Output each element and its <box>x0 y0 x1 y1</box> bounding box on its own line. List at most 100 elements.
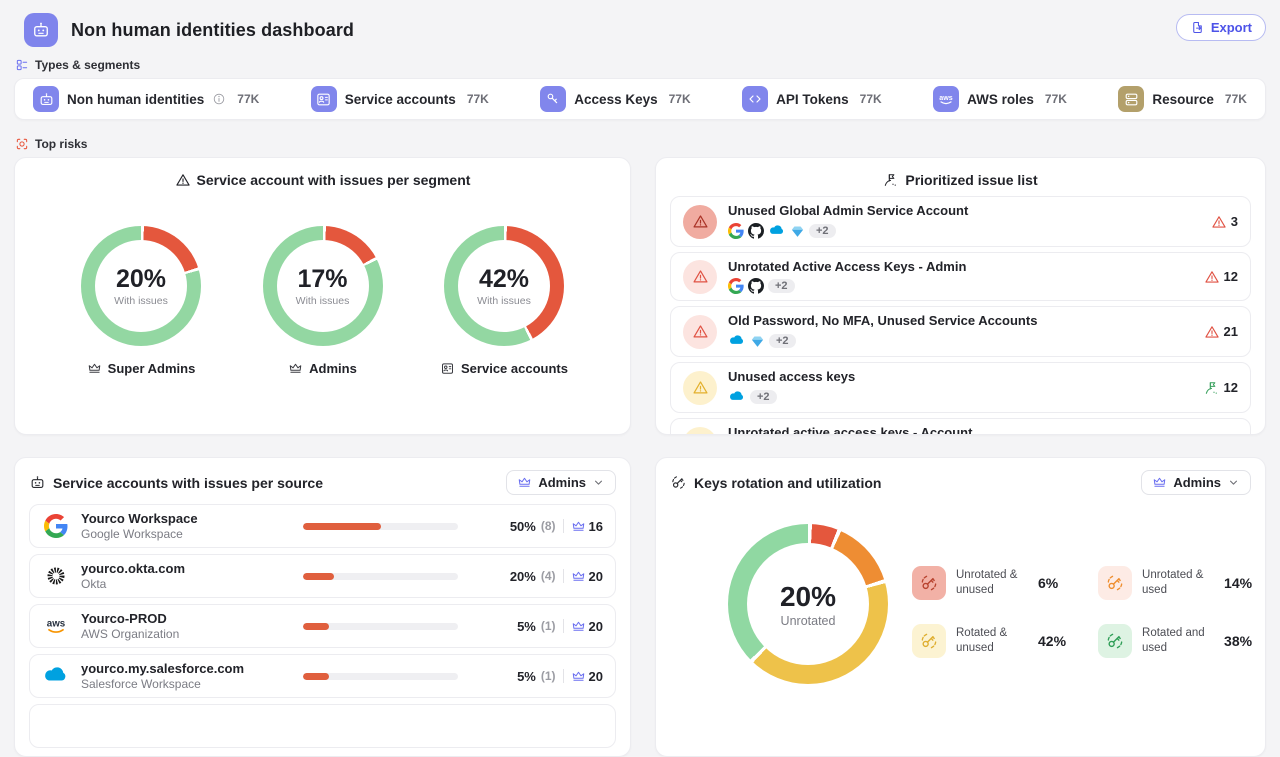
source-name: yourco.okta.com <box>81 561 292 576</box>
warning-icon <box>692 379 709 396</box>
sources-panel-title: Service accounts with issues per source <box>29 474 323 491</box>
salesforce-icon <box>42 662 70 690</box>
issue-pct: 5% <box>517 669 536 684</box>
issue-row[interactable]: Old Password, No MFA, Unused Service Acc… <box>670 306 1251 357</box>
source-type: Salesforce Workspace <box>81 677 292 691</box>
donut-value: 20% <box>780 581 836 613</box>
severity-badge <box>683 205 717 239</box>
issue-bar-fill <box>303 523 381 530</box>
issue-bar-track <box>303 573 458 580</box>
severity-badge <box>683 371 717 405</box>
source-row-clipped[interactable] <box>29 704 616 748</box>
export-button[interactable]: Export <box>1176 14 1266 41</box>
segment-card-non-human-identities[interactable]: Non human identities 77K <box>33 86 259 112</box>
crown-icon <box>571 569 586 584</box>
warning-icon <box>692 268 709 285</box>
source-row[interactable]: yourco.okta.com Okta 20% (4) 20 <box>29 554 616 598</box>
more-sources-chip: +2 <box>769 334 796 348</box>
issue-count: (8) <box>541 519 556 533</box>
more-sources-chip: +2 <box>809 224 836 238</box>
segments-bar: Non human identities 77K Service account… <box>14 78 1266 120</box>
key-rotation-icon <box>1098 624 1132 658</box>
keys-donut-chart: 20% Unrotated <box>728 524 888 684</box>
issue-bar-track <box>303 623 458 630</box>
source-type: AWS Organization <box>81 627 292 641</box>
crown-icon <box>571 669 586 684</box>
segment-card-service-accounts[interactable]: Service accounts 77K <box>311 86 489 112</box>
admins-count: 20 <box>571 669 603 684</box>
info-icon[interactable] <box>212 92 226 106</box>
warning-icon <box>1204 324 1220 340</box>
warning-icon <box>1204 269 1220 285</box>
legend-value: 42% <box>1038 633 1066 649</box>
per-segment-panel: Service account with issues per segment … <box>14 157 631 435</box>
segment-card-resource[interactable]: Resource 77K <box>1118 86 1247 112</box>
source-type: Okta <box>81 577 292 591</box>
segment-card-aws-roles[interactable]: AWS roles 77K <box>933 86 1067 112</box>
crown-icon <box>517 475 532 490</box>
google-icon <box>42 514 70 538</box>
admins-count: 16 <box>571 519 603 534</box>
issue-title: Old Password, No MFA, Unused Service Acc… <box>728 313 1193 328</box>
per-segment-panel-title: Service account with issues per segment <box>15 158 630 188</box>
issue-row[interactable]: Unused access keys +2 12 <box>670 362 1251 413</box>
issue-row[interactable]: Unrotated active access keys - Account +… <box>670 418 1251 435</box>
issue-bar-fill <box>303 623 329 630</box>
warning-icon <box>692 213 709 230</box>
issue-bar-track <box>303 673 458 680</box>
issue-row[interactable]: Unused Global Admin Service Account +2 3 <box>670 196 1251 247</box>
id-card-icon <box>311 86 337 112</box>
issue-pct: 20% <box>510 569 536 584</box>
severity-badge <box>683 260 717 294</box>
source-row[interactable]: Yourco-PROD AWS Organization 5% (1) 20 <box>29 604 616 648</box>
google-icon <box>728 278 744 294</box>
github-icon <box>748 223 764 239</box>
types-segments-label: Types & segments <box>15 58 1280 72</box>
source-row[interactable]: yourco.my.salesforce.com Salesforce Work… <box>29 654 616 698</box>
issue-bar-fill <box>303 673 329 680</box>
donut-super-admins: 20% With issues Super Admins <box>63 226 219 376</box>
crown-icon <box>571 619 586 634</box>
legend-value: 38% <box>1224 633 1252 649</box>
donut-label: Super Admins <box>87 361 196 376</box>
flag-summit-icon <box>883 172 899 188</box>
warning-icon <box>1211 214 1227 230</box>
donut-admins: 17% With issues Admins <box>245 226 401 376</box>
aws-icon <box>42 613 70 639</box>
issue-title: Unrotated active access keys - Account <box>728 425 1193 435</box>
admins-count: 20 <box>571 619 603 634</box>
donut-label: Admins <box>288 361 357 376</box>
issue-count: 12 <box>1204 380 1238 396</box>
issue-bar-track <box>303 523 458 530</box>
prioritized-issue-panel: Prioritized issue list Unused Global Adm… <box>655 157 1266 435</box>
key-rotation-icon <box>1098 566 1132 600</box>
page-title: Non human identities dashboard <box>71 20 354 41</box>
page-header: Non human identities dashboard <box>0 0 1280 56</box>
issue-count: (1) <box>541 619 556 633</box>
legend-item: Unrotated &used 14% <box>1098 566 1252 600</box>
issue-row[interactable]: Unrotated Active Access Keys - Admin +2 … <box>670 252 1251 301</box>
more-sources-chip: +2 <box>768 279 795 293</box>
severity-badge <box>683 315 717 349</box>
segment-filter-dropdown[interactable]: Admins <box>506 470 616 495</box>
code-icon <box>742 86 768 112</box>
segment-card-access-keys[interactable]: Access Keys 77K <box>540 86 690 112</box>
chevron-down-icon <box>592 476 605 489</box>
target-icon <box>15 137 29 151</box>
divider <box>563 619 564 633</box>
divider <box>563 519 564 533</box>
segment-filter-dropdown[interactable]: Admins <box>1141 470 1251 495</box>
bottom-row: Service accounts with issues per source … <box>0 457 1280 757</box>
issue-title: Unused access keys <box>728 369 1193 384</box>
issue-count: (4) <box>541 569 556 583</box>
donut-value: 42% <box>479 265 529 294</box>
donut-chart: 42% With issues <box>444 226 564 346</box>
warning-icon <box>692 323 709 340</box>
top-risks-row: Service account with issues per segment … <box>0 157 1280 435</box>
segment-card-api-tokens[interactable]: API Tokens 77K <box>742 86 882 112</box>
segments-icon <box>15 58 29 72</box>
source-row[interactable]: Yourco Workspace Google Workspace 50% (8… <box>29 504 616 548</box>
keys-rotation-panel: Keys rotation and utilization Admins 20%… <box>655 457 1266 757</box>
key-rotation-icon <box>912 566 946 600</box>
donut-value: 17% <box>297 265 347 294</box>
